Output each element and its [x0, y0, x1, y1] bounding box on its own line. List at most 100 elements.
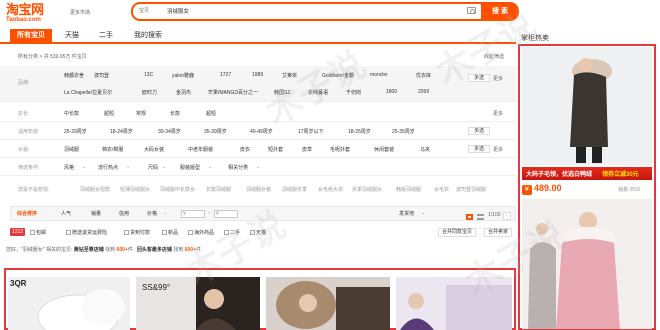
brand-item[interactable]: 1727 — [220, 72, 231, 78]
brand-item[interactable]: 韩都衣舍 — [64, 72, 84, 79]
length-item[interactable]: 长款 — [170, 110, 180, 117]
age-item[interactable]: 18-24周岁 — [110, 128, 133, 135]
sort-credit[interactable]: 信用 — [119, 210, 129, 217]
sort-default[interactable]: 综合排序 — [17, 210, 37, 217]
more-link[interactable]: 更多 — [493, 110, 503, 117]
filter-secondhand[interactable]: 二手 — [224, 229, 240, 236]
category-item[interactable]: 皮衣 — [240, 146, 250, 153]
filter-return-insurance[interactable]: 赠送退货运费险 — [66, 229, 107, 236]
category-item[interactable]: 羽绒服 — [64, 146, 79, 153]
age-item[interactable]: 25-29周岁 — [64, 128, 87, 135]
related-item[interactable]: 韩版羽绒服 — [396, 186, 421, 193]
filter-cod[interactable]: 货到付款 — [124, 229, 150, 236]
related-item[interactable]: 羽绒服女短款 — [80, 186, 110, 193]
product-card[interactable]: SS&99° — [136, 277, 260, 330]
age-item[interactable]: 35-39周岁 — [204, 128, 227, 135]
checkbox[interactable] — [188, 230, 193, 235]
multi-select-button[interactable]: 多选 — [468, 127, 490, 135]
more-link[interactable]: 更多 — [493, 146, 503, 153]
category-item[interactable]: 皮草 — [302, 146, 312, 153]
recommend-shop-link[interactable]: 黄钻至尊店铺 — [74, 247, 104, 253]
category-item[interactable]: 大码女装 — [144, 146, 164, 153]
filter-free-shipping[interactable]: 包邮 — [30, 229, 46, 236]
length-item[interactable]: 常规 — [136, 110, 146, 117]
filter-tmall[interactable]: 天猫 — [250, 229, 266, 236]
checkbox[interactable] — [162, 230, 167, 235]
product-card[interactable] — [396, 277, 512, 330]
tab-tmall[interactable]: 天猫 — [60, 29, 84, 42]
brand-item[interactable]: 韩国SZ — [274, 89, 290, 96]
price-min-input[interactable]: ¥ — [181, 210, 205, 218]
condition-dropdown[interactable]: 服装版型 — [180, 164, 200, 171]
search-box[interactable]: 宝贝 羽绒服女 — [131, 2, 481, 21]
more-link[interactable]: 更多 — [493, 75, 503, 82]
related-item[interactable]: 反季羽绒服女 — [352, 186, 382, 193]
related-item[interactable]: 女毛衣 — [434, 186, 449, 193]
search-scope-select[interactable]: 宝贝 — [139, 7, 149, 14]
age-item[interactable]: 30-34周岁 — [158, 128, 181, 135]
brand-item[interactable]: 2099 — [418, 89, 429, 95]
brand-item[interactable]: Goldfarm/金霸 — [322, 72, 354, 79]
multi-select-button[interactable]: 多选 — [468, 145, 490, 153]
tab-my-search[interactable]: 我的搜索 — [128, 29, 168, 42]
checkbox[interactable] — [250, 230, 255, 235]
brand-item[interactable]: 芒果/MANGO — [208, 89, 238, 96]
length-item[interactable]: 超短 — [104, 110, 114, 117]
sort-price[interactable]: 价格 — [147, 210, 157, 217]
brand-item[interactable]: 波司登 — [94, 72, 109, 79]
category-item[interactable]: 毛呢外套 — [330, 146, 350, 153]
checkbox[interactable] — [66, 230, 71, 235]
tab-secondhand[interactable]: 二手 — [94, 29, 118, 42]
category-item[interactable]: 棉衣/棉服 — [102, 146, 123, 153]
brand-item[interactable]: 百分之一 — [238, 89, 258, 96]
brand-item[interactable]: 13C — [144, 72, 153, 78]
related-item[interactable]: 羽绒服冬季 — [282, 186, 307, 193]
grid-view-icon[interactable] — [466, 214, 473, 220]
prev-page-icon[interactable]: ‹ — [503, 212, 511, 220]
brand-item[interactable]: yaloo雅鹿 — [172, 72, 194, 79]
length-item[interactable]: 中长款 — [64, 110, 79, 117]
filter-overseas[interactable]: 海外商品 — [188, 229, 214, 236]
age-item[interactable]: 18-25周岁 — [348, 128, 371, 135]
brand-item[interactable]: 衣纯蔓语 — [308, 89, 328, 96]
length-item[interactable]: 超短 — [206, 110, 216, 117]
ad-banner[interactable]: 大码子毛领，优选白鸭绒 领券立减30元 — [522, 167, 652, 180]
category-item[interactable]: 休闲套装 — [374, 146, 394, 153]
more-market-link[interactable]: 更多市场 — [70, 9, 90, 16]
product-card[interactable] — [266, 277, 390, 330]
search-input[interactable]: 羽绒服女 — [167, 7, 189, 15]
brand-item[interactable]: 艾莱依 — [282, 72, 297, 79]
brand-item[interactable]: 优衣库 — [416, 72, 431, 79]
condition-dropdown[interactable]: 风格 — [64, 164, 74, 171]
search-button[interactable]: 搜 索 — [481, 2, 519, 21]
taobao-logo[interactable]: 淘宝网 Taobao.com — [6, 3, 64, 25]
condition-dropdown[interactable]: 流行热点 — [98, 164, 118, 171]
list-view-icon[interactable] — [477, 214, 484, 220]
brand-item[interactable]: 欧时力 — [142, 89, 157, 96]
related-item[interactable]: 羽绒服女装 — [246, 186, 271, 193]
category-item[interactable]: 马夹 — [420, 146, 430, 153]
merge-same-button[interactable]: 合并同款宝贝 — [438, 228, 477, 237]
related-item[interactable]: 女毛呢大衣 — [318, 186, 343, 193]
checkbox[interactable] — [30, 230, 35, 235]
product-card[interactable]: 3QR — [8, 277, 130, 330]
ship-from-dropdown[interactable]: 发货地 — [399, 210, 414, 217]
category-item[interactable]: 短外套 — [268, 146, 283, 153]
brand-item[interactable]: 1989 — [252, 72, 263, 78]
merge-seller-button[interactable]: 合并卖家 — [484, 228, 513, 237]
brand-item[interactable]: 1800 — [386, 89, 397, 95]
age-item[interactable]: 17周岁以下 — [298, 128, 324, 135]
category-item[interactable]: 中老年服装 — [188, 146, 213, 153]
multi-select-button[interactable]: 多选 — [468, 74, 490, 82]
brand-item[interactable]: moncler — [370, 72, 388, 78]
checkbox[interactable] — [124, 230, 129, 235]
related-item[interactable]: 长款羽绒服 — [206, 186, 231, 193]
ad-product-image[interactable] — [522, 47, 652, 165]
camera-icon[interactable] — [467, 7, 476, 14]
promo-badge[interactable]: 1212 — [10, 228, 26, 236]
recommend-shop-link[interactable]: 回头客最多店铺 — [137, 247, 172, 253]
ad-product-image[interactable] — [522, 199, 652, 329]
tab-all-items[interactable]: 所有宝贝 — [10, 29, 52, 42]
brand-item[interactable]: 金羽杰 — [176, 89, 191, 96]
sort-popularity[interactable]: 人气 — [61, 210, 71, 217]
